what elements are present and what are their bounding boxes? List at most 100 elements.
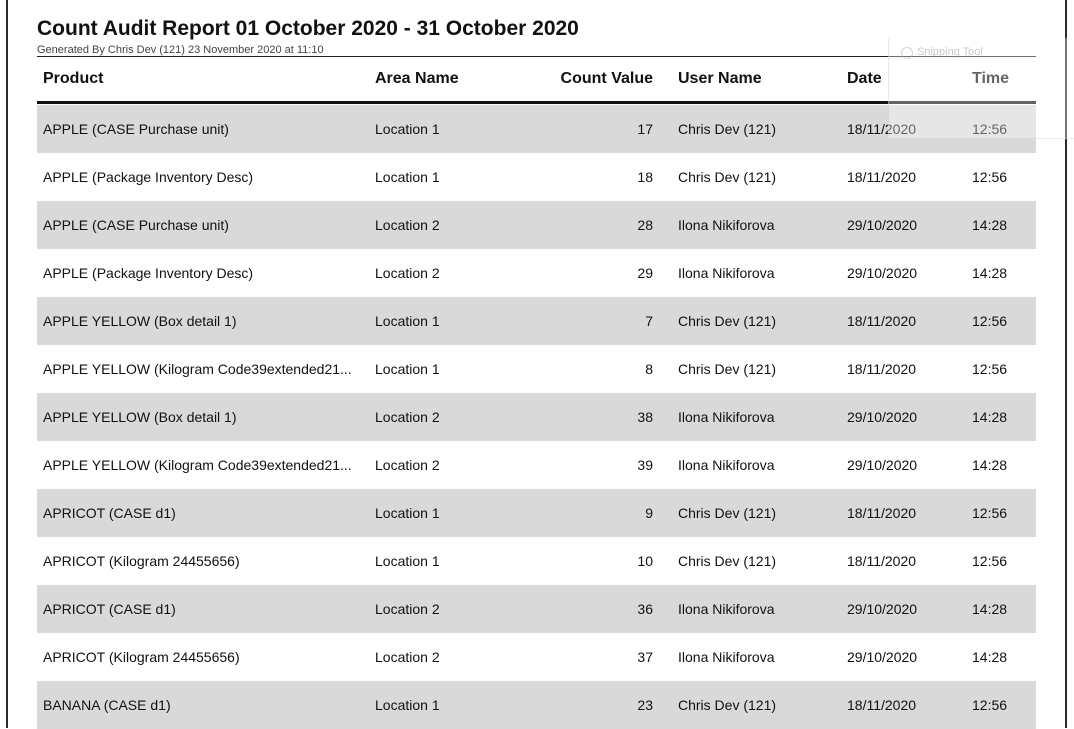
date-cell: 29/10/2020 — [847, 601, 918, 617]
table-row: APPLE YELLOW (Kilogram Code39extended21.… — [37, 441, 1036, 489]
user-cell: Ilona Nikiforova — [678, 457, 775, 473]
product-cell: APRICOT (CASE d1) — [43, 601, 176, 617]
table-row: APPLE YELLOW (Kilogram Code39extended21.… — [37, 345, 1036, 393]
area-cell: Location 2 — [375, 457, 440, 473]
table-header: Product Area Name Count Value User Name … — [37, 57, 1036, 101]
column-header-area-name: Area Name — [375, 70, 459, 87]
product-cell: APPLE (Package Inventory Desc) — [43, 169, 254, 185]
scissors-icon — [901, 47, 913, 59]
count-cell: 17 — [637, 121, 653, 137]
count-cell: 9 — [645, 505, 653, 521]
count-cell: 38 — [637, 409, 653, 425]
count-cell: 28 — [637, 217, 653, 233]
table-row: APPLE YELLOW (Box detail 1) Location 1 7… — [37, 297, 1036, 345]
area-cell: Location 1 — [375, 361, 440, 377]
product-cell: APPLE YELLOW (Box detail 1) — [43, 313, 237, 329]
area-cell: Location 2 — [375, 649, 440, 665]
area-cell: Location 2 — [375, 217, 440, 233]
product-cell: APPLE (Package Inventory Desc) — [43, 265, 254, 281]
header-bottom-rule — [37, 101, 1036, 104]
table-row: APPLE YELLOW (Box detail 1) Location 2 3… — [37, 393, 1036, 441]
area-cell: Location 1 — [375, 313, 440, 329]
user-cell: Chris Dev (121) — [678, 505, 777, 521]
time-cell: 14:28 — [972, 265, 1008, 281]
user-cell: Ilona Nikiforova — [678, 217, 775, 233]
product-cell: APPLE (CASE Purchase unit) — [43, 217, 229, 233]
date-cell: 18/11/2020 — [847, 169, 917, 185]
user-cell: Chris Dev (121) — [678, 361, 777, 377]
time-cell: 12:56 — [972, 313, 1008, 329]
count-cell: 39 — [637, 457, 653, 473]
area-cell: Location 2 — [375, 409, 440, 425]
column-header-product: Product — [43, 70, 104, 87]
table-row: BANANA (CASE d1) Location 1 23 Chris Dev… — [37, 681, 1036, 729]
count-cell: 7 — [645, 313, 653, 329]
date-cell: 29/10/2020 — [847, 457, 918, 473]
table-row: APPLE (Package Inventory Desc) Location … — [37, 153, 1036, 201]
time-cell: 14:28 — [972, 457, 1008, 473]
user-cell: Chris Dev (121) — [678, 697, 777, 713]
count-cell: 36 — [637, 601, 653, 617]
user-cell: Ilona Nikiforova — [678, 601, 775, 617]
column-header-user-name: User Name — [678, 70, 762, 87]
time-cell: 12:56 — [972, 169, 1008, 185]
area-cell: Location 1 — [375, 697, 440, 713]
count-cell: 23 — [637, 697, 653, 713]
date-cell: 29/10/2020 — [847, 409, 918, 425]
count-cell: 18 — [637, 169, 653, 185]
snipping-tool-label: Snipping Tool — [917, 46, 983, 58]
date-cell: 29/10/2020 — [847, 217, 918, 233]
product-cell: APPLE (CASE Purchase unit) — [43, 121, 229, 137]
product-cell: APRICOT (Kilogram 24455656) — [43, 553, 240, 569]
product-cell: APPLE YELLOW (Kilogram Code39extended21.… — [43, 361, 352, 377]
time-cell: 12:56 — [972, 361, 1008, 377]
date-cell: 18/11/2020 — [847, 553, 917, 569]
user-cell: Chris Dev (121) — [678, 121, 777, 137]
table-row: APRICOT (Kilogram 24455656) Location 2 3… — [37, 633, 1036, 681]
user-cell: Ilona Nikiforova — [678, 409, 775, 425]
user-cell: Ilona Nikiforova — [678, 265, 775, 281]
product-cell: APPLE YELLOW (Box detail 1) — [43, 409, 237, 425]
table-row: APPLE (CASE Purchase unit) Location 2 28… — [37, 201, 1036, 249]
table-row: APPLE (CASE Purchase unit) Location 1 17… — [37, 105, 1036, 153]
table-body: APPLE (CASE Purchase unit) Location 1 17… — [37, 105, 1036, 729]
area-cell: Location 1 — [375, 553, 440, 569]
table-row: APRICOT (Kilogram 24455656) Location 1 1… — [37, 537, 1036, 585]
time-cell: 14:28 — [972, 601, 1008, 617]
page-left-border — [6, 0, 8, 728]
time-cell: 12:56 — [972, 505, 1008, 521]
date-cell: 18/11/2020 — [847, 505, 917, 521]
count-cell: 10 — [637, 553, 653, 569]
area-cell: Location 2 — [375, 265, 440, 281]
time-cell: 12:56 — [972, 697, 1008, 713]
product-cell: APPLE YELLOW (Kilogram Code39extended21.… — [43, 457, 352, 473]
date-cell: 18/11/2020 — [847, 313, 917, 329]
report-generated-info: Generated By Chris Dev (121) 23 November… — [37, 44, 324, 56]
time-cell: 14:28 — [972, 409, 1008, 425]
table-row: APRICOT (CASE d1) Location 1 9 Chris Dev… — [37, 489, 1036, 537]
snipping-tool-overlay[interactable]: Snipping Tool — [888, 38, 1074, 139]
product-cell: BANANA (CASE d1) — [43, 697, 171, 713]
user-cell: Chris Dev (121) — [678, 169, 777, 185]
time-cell: 14:28 — [972, 217, 1008, 233]
time-cell: 12:56 — [972, 553, 1008, 569]
user-cell: Chris Dev (121) — [678, 313, 777, 329]
column-header-count-value: Count Value — [560, 70, 653, 87]
area-cell: Location 1 — [375, 505, 440, 521]
count-cell: 29 — [637, 265, 653, 281]
area-cell: Location 1 — [375, 169, 440, 185]
area-cell: Location 1 — [375, 121, 440, 137]
user-cell: Ilona Nikiforova — [678, 649, 775, 665]
table-row: APRICOT (CASE d1) Location 2 36 Ilona Ni… — [37, 585, 1036, 633]
product-cell: APRICOT (Kilogram 24455656) — [43, 649, 240, 665]
table-row: APPLE (Package Inventory Desc) Location … — [37, 249, 1036, 297]
report: Count Audit Report 01 October 2020 - 31 … — [37, 14, 1036, 729]
date-cell: 18/11/2020 — [847, 361, 917, 377]
user-cell: Chris Dev (121) — [678, 553, 777, 569]
count-cell: 8 — [645, 361, 653, 377]
date-cell: 29/10/2020 — [847, 649, 918, 665]
report-title: Count Audit Report 01 October 2020 - 31 … — [37, 17, 579, 40]
date-cell: 18/11/2020 — [847, 697, 917, 713]
product-cell: APRICOT (CASE d1) — [43, 505, 176, 521]
time-cell: 14:28 — [972, 649, 1008, 665]
